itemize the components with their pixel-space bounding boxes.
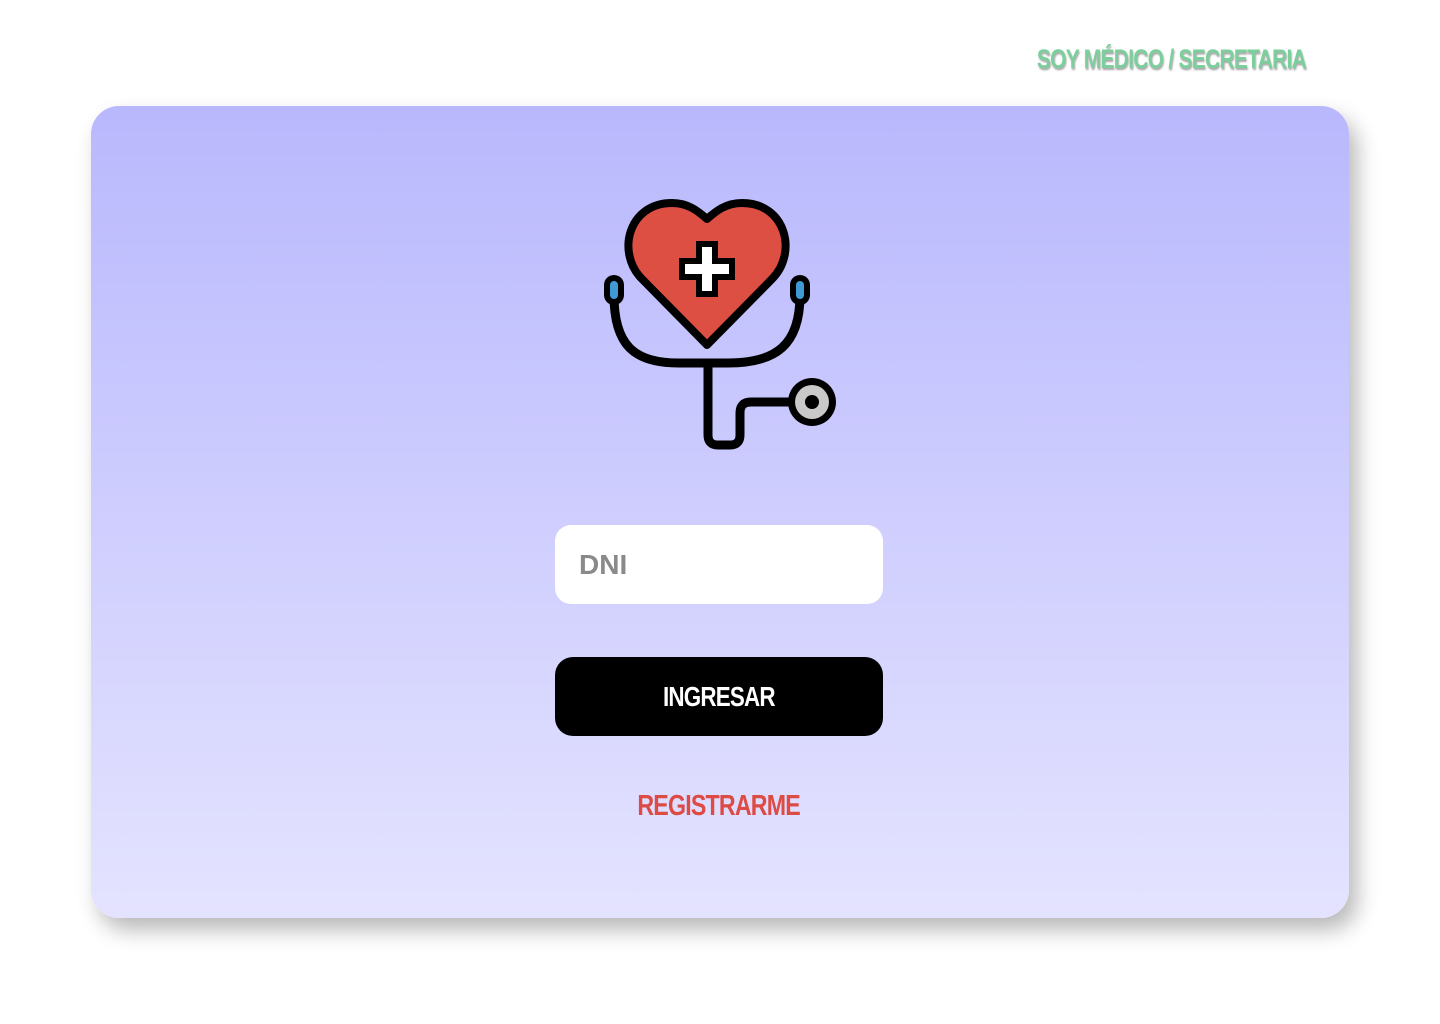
register-link[interactable]: REGISTRARME <box>555 790 883 823</box>
submit-button-label: INGRESAR <box>663 680 776 712</box>
dni-input[interactable] <box>555 525 883 604</box>
register-link-label: REGISTRARME <box>637 790 801 822</box>
login-page: SOY MÉDICO / SECRETARIA INGRESAR REGISTR… <box>0 0 1440 1024</box>
submit-button[interactable]: INGRESAR <box>555 657 883 736</box>
heart-stethoscope-icon <box>604 199 836 450</box>
doctor-secretary-link[interactable]: SOY MÉDICO / SECRETARIA <box>1037 44 1307 75</box>
